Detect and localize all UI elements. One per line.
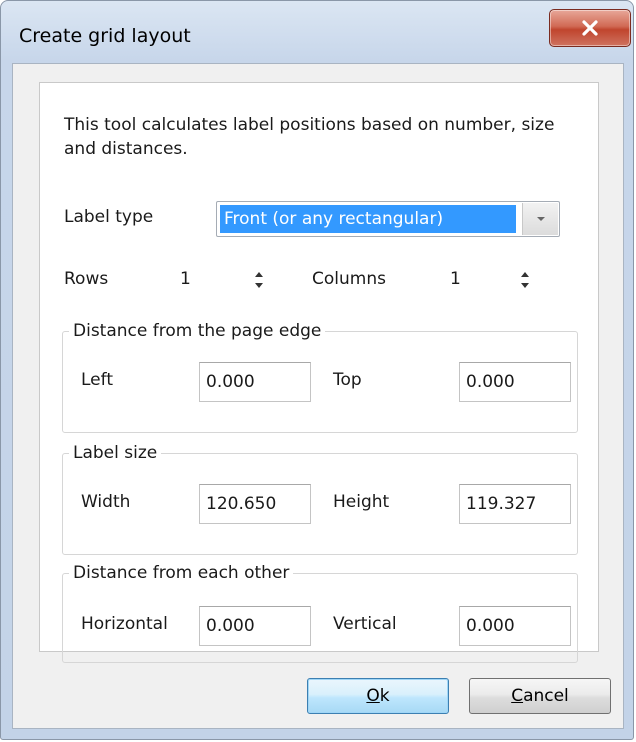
top-label: Top <box>333 370 362 390</box>
left-label: Left <box>81 370 113 390</box>
title-bar[interactable]: Create grid layout <box>1 1 633 63</box>
chevron-down-icon <box>536 217 545 221</box>
height-field[interactable] <box>459 484 571 524</box>
label-type-select[interactable]: Front (or any rectangular) <box>216 201 560 237</box>
cancel-mnemonic: C <box>511 686 524 706</box>
ok-label-rest: k <box>379 686 390 706</box>
label-type-selected: Front (or any rectangular) <box>220 205 516 233</box>
spin-arrows-icon[interactable] <box>514 265 536 295</box>
label-type-label: Label type <box>64 207 154 227</box>
close-button[interactable] <box>549 9 631 47</box>
width-field[interactable] <box>199 484 311 524</box>
cancel-button[interactable]: Cancel <box>469 678 611 714</box>
page-edge-title: Distance from the page edge <box>69 319 326 343</box>
top-field[interactable] <box>459 362 571 402</box>
window-title: Create grid layout <box>19 25 191 47</box>
vertical-label: Vertical <box>333 614 397 634</box>
dropdown-button[interactable] <box>522 203 558 235</box>
description-text: This tool calculates label positions bas… <box>64 115 555 159</box>
horizontal-field[interactable] <box>199 606 311 646</box>
page-edge-group: Distance from the page edge Left Top <box>62 319 578 433</box>
each-other-group: Distance from each other Horizontal Vert… <box>62 561 578 663</box>
each-other-title: Distance from each other <box>69 561 294 585</box>
cancel-label-rest: ancel <box>523 686 569 706</box>
width-label: Width <box>81 492 131 512</box>
horizontal-label: Horizontal <box>81 614 168 634</box>
spin-arrows-icon[interactable] <box>248 265 270 295</box>
vertical-field[interactable] <box>459 606 571 646</box>
rows-value: 1 <box>180 269 191 289</box>
dialog-body: This tool calculates label positions bas… <box>12 63 624 729</box>
dialog-window: Create grid layout This tool calculates … <box>0 0 634 740</box>
height-label: Height <box>333 492 390 512</box>
columns-label: Columns <box>312 269 386 289</box>
left-field[interactable] <box>199 362 311 402</box>
columns-value: 1 <box>450 269 461 289</box>
label-size-title: Label size <box>69 441 162 465</box>
settings-panel: This tool calculates label positions bas… <box>39 82 599 663</box>
close-icon <box>582 20 598 36</box>
label-size-group: Label size Width Height <box>62 441 578 555</box>
rows-stepper[interactable]: 1 <box>180 263 290 297</box>
ok-mnemonic: O <box>366 686 380 706</box>
ok-button[interactable]: Ok <box>307 678 449 714</box>
columns-stepper[interactable]: 1 <box>450 263 560 297</box>
rows-label: Rows <box>64 269 109 289</box>
